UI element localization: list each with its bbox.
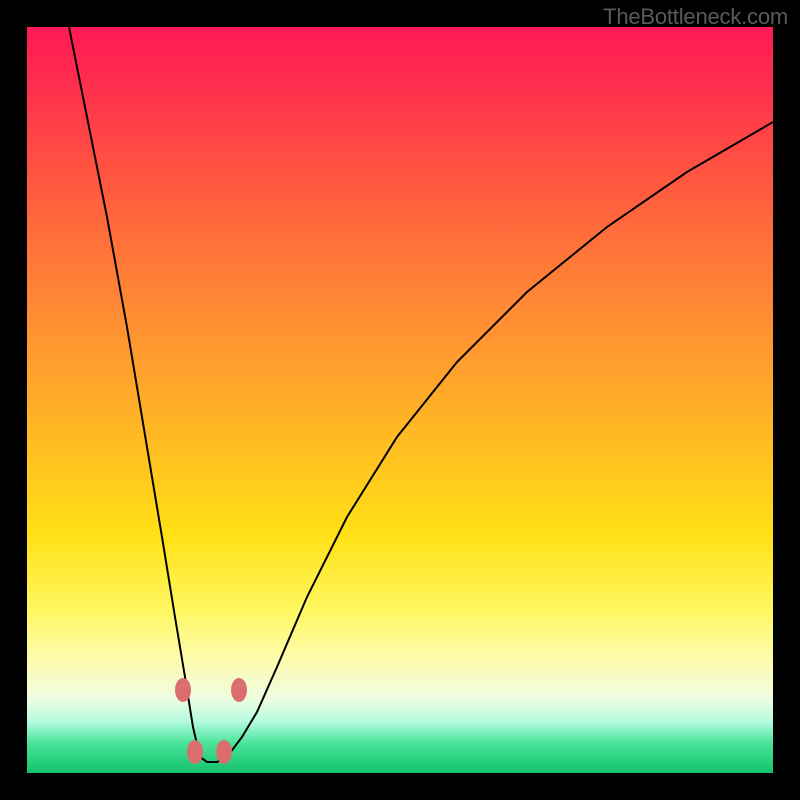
trough-marker-left-lower — [187, 740, 203, 764]
bottleneck-curve — [69, 27, 773, 762]
trough-markers — [175, 678, 247, 764]
plot-frame — [27, 27, 773, 773]
trough-marker-right-lower — [216, 740, 232, 764]
bottleneck-curve-svg — [27, 27, 773, 773]
watermark-text: TheBottleneck.com — [603, 4, 788, 30]
trough-marker-right-upper — [231, 678, 247, 702]
trough-marker-left-upper — [175, 678, 191, 702]
